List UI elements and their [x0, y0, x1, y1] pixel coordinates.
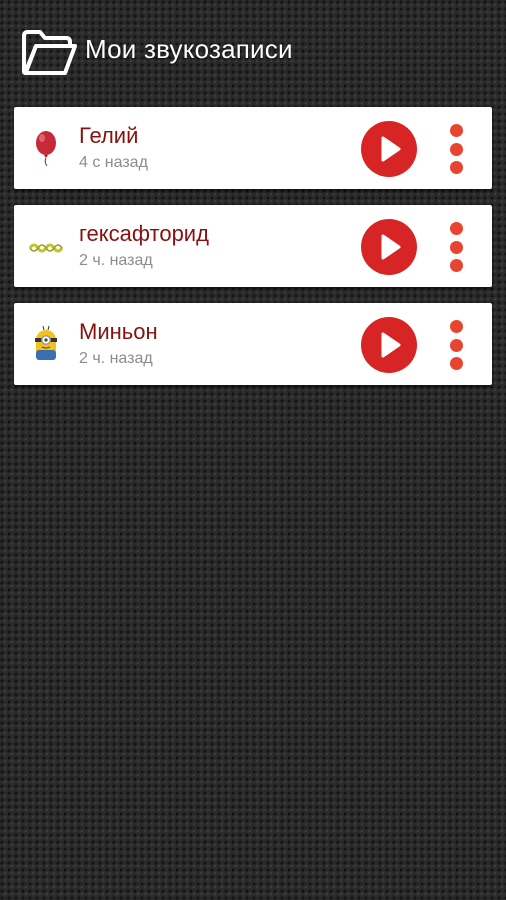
play-icon [381, 332, 401, 358]
folder-icon[interactable] [20, 28, 78, 78]
dot-icon [450, 143, 463, 156]
minion-icon [35, 325, 57, 360]
more-options-button[interactable] [442, 217, 472, 277]
page-title: Мои звукозаписи [85, 34, 293, 64]
recording-item[interactable]: гексафторид 2 ч. назад [14, 205, 492, 287]
recording-name: Гелий [79, 123, 139, 148]
recording-time: 4 с назад [79, 154, 148, 171]
dot-icon [450, 124, 463, 137]
play-button[interactable] [361, 219, 417, 275]
play-button[interactable] [361, 317, 417, 373]
play-icon [381, 234, 401, 260]
recording-item[interactable]: Гелий 4 с назад [14, 107, 492, 189]
play-icon [381, 136, 401, 162]
dot-icon [450, 222, 463, 235]
dot-icon [450, 259, 463, 272]
recording-time: 2 ч. назад [79, 252, 153, 269]
recording-item[interactable]: Миньон 2 ч. назад [14, 303, 492, 385]
play-button[interactable] [361, 121, 417, 177]
more-options-button[interactable] [442, 119, 472, 179]
dot-icon [450, 161, 463, 174]
balloon-icon [36, 131, 56, 167]
recording-name: Миньон [79, 319, 158, 344]
recordings-list: Гелий 4 с назад гексафторид 2 ч. назад М… [14, 107, 492, 401]
recording-time: 2 ч. назад [79, 350, 153, 367]
dot-icon [450, 320, 463, 333]
wave-icon [28, 243, 64, 253]
dot-icon [450, 241, 463, 254]
dot-icon [450, 339, 463, 352]
more-options-button[interactable] [442, 315, 472, 375]
recording-name: гексафторид [79, 221, 209, 246]
app-header: Мои звукозаписи [0, 0, 506, 100]
dot-icon [450, 357, 463, 370]
